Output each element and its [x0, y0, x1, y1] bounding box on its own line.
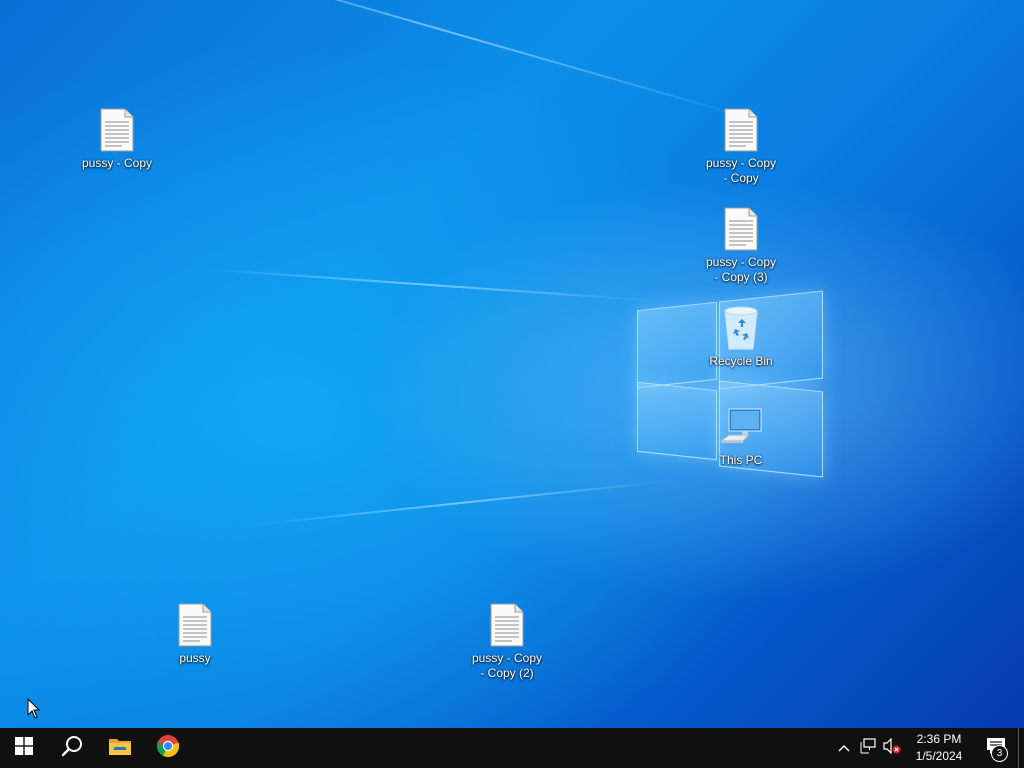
- desktop-icon-label: pussy - Copy: [81, 156, 153, 170]
- chrome-button[interactable]: [144, 728, 192, 768]
- volume-button[interactable]: [880, 728, 904, 768]
- mouse-cursor-icon: [27, 697, 41, 725]
- desktop-icon-pussy-copy-copy-3[interactable]: pussy - Copy - Copy (3): [701, 205, 781, 285]
- desktop-icon-this-pc[interactable]: This PC: [701, 403, 781, 468]
- wallpaper-light-ray: [201, 267, 661, 302]
- file-explorer-button[interactable]: [96, 728, 144, 768]
- desktop-icon-label: pussy - Copy - Copy: [705, 156, 777, 185]
- desktop[interactable]: pussy - Copy pussy - Copy - Copy pussy -…: [0, 0, 1024, 728]
- taskbar: 2:36 PM 1/5/2024 3: [0, 728, 1024, 768]
- network-icon: [860, 737, 876, 759]
- desktop-icon-label: pussy - Copy - Copy (3): [705, 255, 777, 284]
- text-file-icon: [171, 601, 219, 649]
- file-explorer-icon: [108, 736, 132, 761]
- network-button[interactable]: [856, 728, 880, 768]
- taskbar-clock[interactable]: 2:36 PM 1/5/2024: [904, 731, 974, 765]
- desktop-icon-label: This PC: [719, 453, 763, 467]
- desktop-icon-label: pussy - Copy - Copy (2): [471, 651, 543, 680]
- show-hidden-icons-button[interactable]: [832, 728, 856, 768]
- windows-start-icon: [15, 736, 33, 760]
- show-desktop-button[interactable]: [1018, 728, 1024, 768]
- desktop-icon-label: Recycle Bin: [709, 354, 773, 368]
- desktop-icon-pussy-copy[interactable]: pussy - Copy: [77, 106, 157, 171]
- desktop-icon-recycle-bin[interactable]: Recycle Bin: [701, 304, 781, 369]
- system-tray: 2:36 PM 1/5/2024 3: [832, 728, 1024, 768]
- start-button[interactable]: [0, 728, 48, 768]
- notification-count-badge: 3: [991, 745, 1008, 762]
- volume-muted-icon: [883, 737, 901, 759]
- text-file-icon: [93, 106, 141, 154]
- recycle-bin-icon: [717, 304, 765, 352]
- clock-date: 1/5/2024: [915, 749, 963, 763]
- action-center-button[interactable]: 3: [974, 728, 1018, 768]
- text-file-icon: [483, 601, 531, 649]
- search-icon: [61, 735, 83, 762]
- chevron-up-icon: [838, 739, 850, 757]
- text-file-icon: [717, 106, 765, 154]
- computer-icon: [717, 403, 765, 451]
- desktop-icon-pussy-copy-copy-2[interactable]: pussy - Copy - Copy (2): [467, 601, 547, 681]
- desktop-icon-pussy[interactable]: pussy: [155, 601, 235, 666]
- desktop-icon-pussy-copy-copy[interactable]: pussy - Copy - Copy: [701, 106, 781, 186]
- search-button[interactable]: [48, 728, 96, 768]
- desktop-icon-label: pussy: [179, 651, 211, 665]
- chrome-icon: [156, 734, 180, 763]
- text-file-icon: [717, 205, 765, 253]
- wallpaper-light-ray: [144, 0, 761, 122]
- wallpaper-light-ray: [252, 480, 671, 526]
- clock-time: 2:36 PM: [916, 732, 962, 746]
